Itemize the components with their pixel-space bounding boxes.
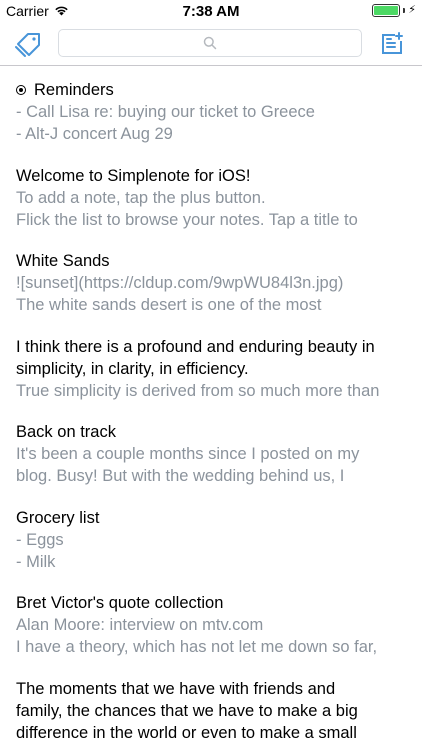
- note-title-line: family, the chances that we have to make…: [16, 701, 358, 720]
- tags-button[interactable]: [14, 30, 44, 58]
- status-time: 7:38 AM: [182, 3, 240, 20]
- note-title: Reminders: [34, 81, 114, 99]
- search-field[interactable]: [58, 29, 362, 57]
- search-input[interactable]: [59, 30, 361, 56]
- note-item-white-sands[interactable]: White Sands ![sunset](https://cldup.com/…: [0, 238, 422, 324]
- note-item-moments[interactable]: The moments that we have with friends an…: [0, 666, 422, 750]
- note-preview-line: ![sunset](https://cldup.com/9wpWU84l3n.j…: [16, 274, 344, 292]
- note-list: Reminders - Call Lisa re: buying our tic…: [0, 67, 422, 750]
- charging-bolt-icon: ⚡: [408, 4, 416, 16]
- note-preview-line: - Milk: [16, 552, 56, 571]
- new-note-button[interactable]: [380, 32, 404, 56]
- note-title: Grocery list: [16, 508, 100, 527]
- note-title-line: difference in the world or even to make …: [16, 723, 357, 742]
- note-item-back-on-track[interactable]: Back on track It's been a couple months …: [0, 409, 422, 495]
- note-preview-line: It's been a couple months since I posted…: [16, 445, 360, 463]
- note-title: Bret Victor's quote collection: [16, 594, 224, 612]
- new-note-icon: [380, 32, 404, 60]
- battery-fill: [374, 6, 399, 15]
- note-preview-line: - Alt-J concert Aug 29: [16, 125, 173, 143]
- note-item-reminders[interactable]: Reminders - Call Lisa re: buying our tic…: [0, 67, 422, 153]
- nav-bar: [0, 22, 422, 66]
- note-title-line: The moments that we have with friends an…: [16, 679, 336, 698]
- pinned-icon: [16, 85, 26, 95]
- note-title: Welcome to Simplenote for iOS!: [16, 166, 251, 185]
- note-title: Back on track: [16, 423, 116, 441]
- note-preview-line: blog. Busy! But with the wedding behind …: [16, 467, 345, 485]
- tag-icon: [14, 33, 44, 62]
- battery-tip: [403, 8, 406, 13]
- note-preview-line: To add a note, tap the plus button.: [16, 188, 266, 207]
- note-item-simplicity[interactable]: I think there is a profound and enduring…: [0, 324, 422, 410]
- battery-icon: [372, 4, 401, 17]
- note-title-line: I think there is a profound and enduring…: [16, 337, 375, 356]
- note-preview-line: - Eggs: [16, 530, 64, 549]
- status-right: ⚡: [372, 4, 416, 17]
- note-preview-line: Flick the list to browse your notes. Tap…: [16, 210, 358, 229]
- status-bar: Carrier 7:38 AM ⚡: [0, 0, 422, 22]
- note-preview-line: - Call Lisa re: buying our ticket to Gre…: [16, 103, 315, 121]
- note-title-row: Reminders: [16, 79, 406, 101]
- note-preview-line: The white sands desert is one of the mos…: [16, 296, 322, 314]
- note-preview-line: Alan Moore: interview on mtv.com: [16, 616, 264, 634]
- note-item-bret-victor[interactable]: Bret Victor's quote collection Alan Moor…: [0, 580, 422, 666]
- note-title: White Sands: [16, 252, 110, 270]
- note-preview-line: True simplicity is derived from so much …: [16, 381, 380, 400]
- note-item-grocery-list[interactable]: Grocery list - Eggs - Milk: [0, 495, 422, 581]
- note-title-line: simplicity, in clarity, in efficiency.: [16, 359, 249, 378]
- note-preview-line: I have a theory, which has not let me do…: [16, 638, 378, 656]
- note-item-welcome[interactable]: Welcome to Simplenote for iOS! To add a …: [0, 153, 422, 239]
